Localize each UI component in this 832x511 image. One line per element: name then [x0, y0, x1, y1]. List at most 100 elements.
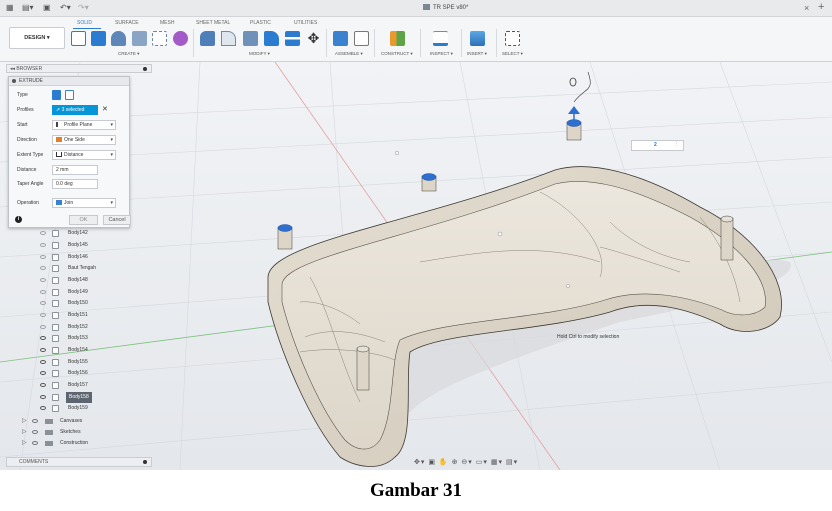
tab-mesh[interactable]: MESH [160, 20, 174, 26]
visibility-eye-icon[interactable] [40, 231, 46, 235]
workspace-switcher-button[interactable]: DESIGN ▾ [9, 27, 65, 49]
extrude-type-solid-icon[interactable] [52, 90, 61, 100]
tree-item-body[interactable]: Body156 [14, 368, 124, 379]
visibility-eye-icon[interactable] [40, 255, 46, 259]
modify-menu[interactable]: MODIFY ▾ [249, 51, 270, 57]
visibility-eye-icon[interactable] [40, 313, 46, 317]
tab-utilities[interactable]: UTILITIES [294, 20, 317, 26]
tab-plastic[interactable]: PLASTIC [250, 20, 271, 26]
more-options-icon[interactable]: ⋮ [674, 141, 679, 147]
visibility-eye-icon[interactable] [40, 348, 46, 352]
distance-input[interactable]: 2 mm [52, 165, 98, 175]
pattern-icon[interactable] [152, 31, 167, 46]
shell-icon[interactable] [264, 31, 279, 46]
profiles-selection-button[interactable]: ➚ 3 selected [52, 105, 98, 115]
tree-item-body[interactable]: Body157 [14, 380, 124, 391]
tree-folder[interactable]: ▷ Canvases [14, 416, 124, 427]
new-component-icon[interactable] [333, 31, 348, 46]
visibility-eye-icon[interactable] [40, 278, 46, 282]
form-icon[interactable] [173, 31, 188, 46]
visibility-eye-icon[interactable] [40, 243, 46, 247]
tree-item-body[interactable]: Body149 [14, 287, 124, 298]
tab-sheet-metal[interactable]: SHEET METAL [196, 20, 230, 26]
comments-panel-header[interactable]: COMMENTS [6, 457, 152, 467]
tab-solid[interactable]: SOLID [77, 20, 92, 26]
browser-pin-icon[interactable] [143, 67, 147, 71]
measure-icon[interactable] [433, 31, 448, 46]
expand-icon[interactable]: ▷ [22, 416, 27, 427]
taper-angle-input[interactable]: 0.0 deg [52, 179, 98, 189]
mounting-post[interactable] [356, 345, 370, 391]
revolve-icon[interactable] [111, 31, 126, 46]
mounting-post[interactable] [277, 224, 293, 250]
insert-image-icon[interactable] [470, 31, 485, 46]
redo-icon[interactable]: ↷▾ [78, 3, 89, 13]
combine-icon[interactable] [285, 31, 300, 46]
tree-item-body[interactable]: Body159 [14, 403, 124, 414]
mounting-post[interactable] [720, 215, 734, 261]
extent-select[interactable]: Distance ▾ [52, 150, 116, 160]
tree-item-body[interactable]: Body145 [14, 240, 124, 251]
insert-menu[interactable]: INSERT ▾ [467, 51, 487, 57]
rotation-handle-icon[interactable] [569, 77, 577, 87]
tree-item-body[interactable]: Body146 [14, 252, 124, 263]
select-menu[interactable]: SELECT ▾ [502, 51, 523, 57]
orbit-icon[interactable]: ✥▾ [414, 459, 425, 466]
tree-folder[interactable]: ▷ Sketches [14, 427, 124, 438]
hole-icon[interactable] [132, 31, 147, 46]
inspect-menu[interactable]: INSPECT ▾ [430, 51, 453, 57]
display-settings-icon[interactable]: ▭▾ [476, 459, 488, 466]
cancel-button[interactable]: Cancel [103, 215, 131, 225]
rotation-manipulator[interactable] [573, 71, 591, 103]
tree-folder[interactable]: ▷ Construction [14, 438, 124, 449]
extrude-icon[interactable] [91, 31, 106, 46]
press-pull-icon[interactable] [200, 31, 215, 46]
distance-manipulator-input[interactable]: 2 ⋮ [631, 140, 684, 151]
tree-item-body[interactable]: Baut Tengah [14, 263, 124, 274]
mounting-post[interactable] [421, 173, 437, 192]
chamfer-icon[interactable] [243, 31, 258, 46]
close-tab-icon[interactable]: × [804, 3, 809, 13]
ok-button[interactable]: OK [69, 215, 98, 225]
visibility-eye-icon[interactable] [40, 266, 46, 270]
document-tab[interactable]: TR SPE v80* [423, 3, 468, 13]
visibility-eye-icon[interactable] [40, 406, 46, 410]
create-menu[interactable]: CREATE ▾ [118, 51, 139, 57]
tree-item-body-selected[interactable]: Body158 [14, 392, 124, 403]
fillet-icon[interactable] [221, 31, 236, 46]
new-tab-icon[interactable]: + [818, 2, 824, 13]
save-icon[interactable]: ▣ [43, 3, 51, 13]
viewports-icon[interactable]: ▤▾ [506, 459, 518, 466]
direction-select[interactable]: One Side ▾ [52, 135, 116, 145]
visibility-eye-icon[interactable] [40, 336, 46, 340]
look-at-icon[interactable]: ▣ [428, 459, 436, 466]
operation-select[interactable]: Join ▾ [52, 198, 116, 208]
visibility-eye-icon[interactable] [40, 360, 46, 364]
expand-icon[interactable]: ▷ [22, 427, 27, 438]
construct-menu[interactable]: CONSTRUCT ▾ [381, 51, 413, 57]
assemble-menu[interactable]: ASSEMBLE ▾ [335, 51, 363, 57]
offset-plane-icon[interactable] [390, 31, 405, 46]
grid-settings-icon[interactable]: ▦▾ [491, 459, 503, 466]
file-menu-icon[interactable]: ▤▾ [22, 3, 34, 13]
zoom-icon[interactable]: ⊕ [452, 459, 459, 466]
visibility-eye-icon[interactable] [40, 325, 46, 329]
app-grid-icon[interactable]: ▦ [6, 3, 14, 13]
tree-item-body[interactable]: Body142 [14, 228, 124, 239]
select-icon[interactable] [505, 31, 520, 46]
move-icon[interactable]: ✥ [306, 31, 321, 46]
create-sketch-icon[interactable] [71, 31, 86, 46]
visibility-eye-icon[interactable] [40, 395, 46, 399]
fit-icon[interactable]: ⊖▾ [461, 459, 472, 466]
start-select[interactable]: Profile Plane ▾ [52, 120, 116, 130]
extrude-dialog-header[interactable]: EXTRUDE [9, 77, 129, 86]
visibility-eye-icon[interactable] [40, 290, 46, 294]
visibility-eye-icon[interactable] [32, 419, 38, 423]
browser-panel-header[interactable]: ◂◂ BROWSER [6, 64, 152, 73]
info-icon[interactable]: i [15, 216, 22, 223]
controller-cavity[interactable] [281, 181, 766, 450]
extrude-type-thin-icon[interactable] [65, 90, 74, 100]
tree-item-body[interactable]: Body153 [14, 333, 124, 344]
pan-icon[interactable]: ✋ [439, 459, 449, 466]
visibility-eye-icon[interactable] [40, 383, 46, 387]
